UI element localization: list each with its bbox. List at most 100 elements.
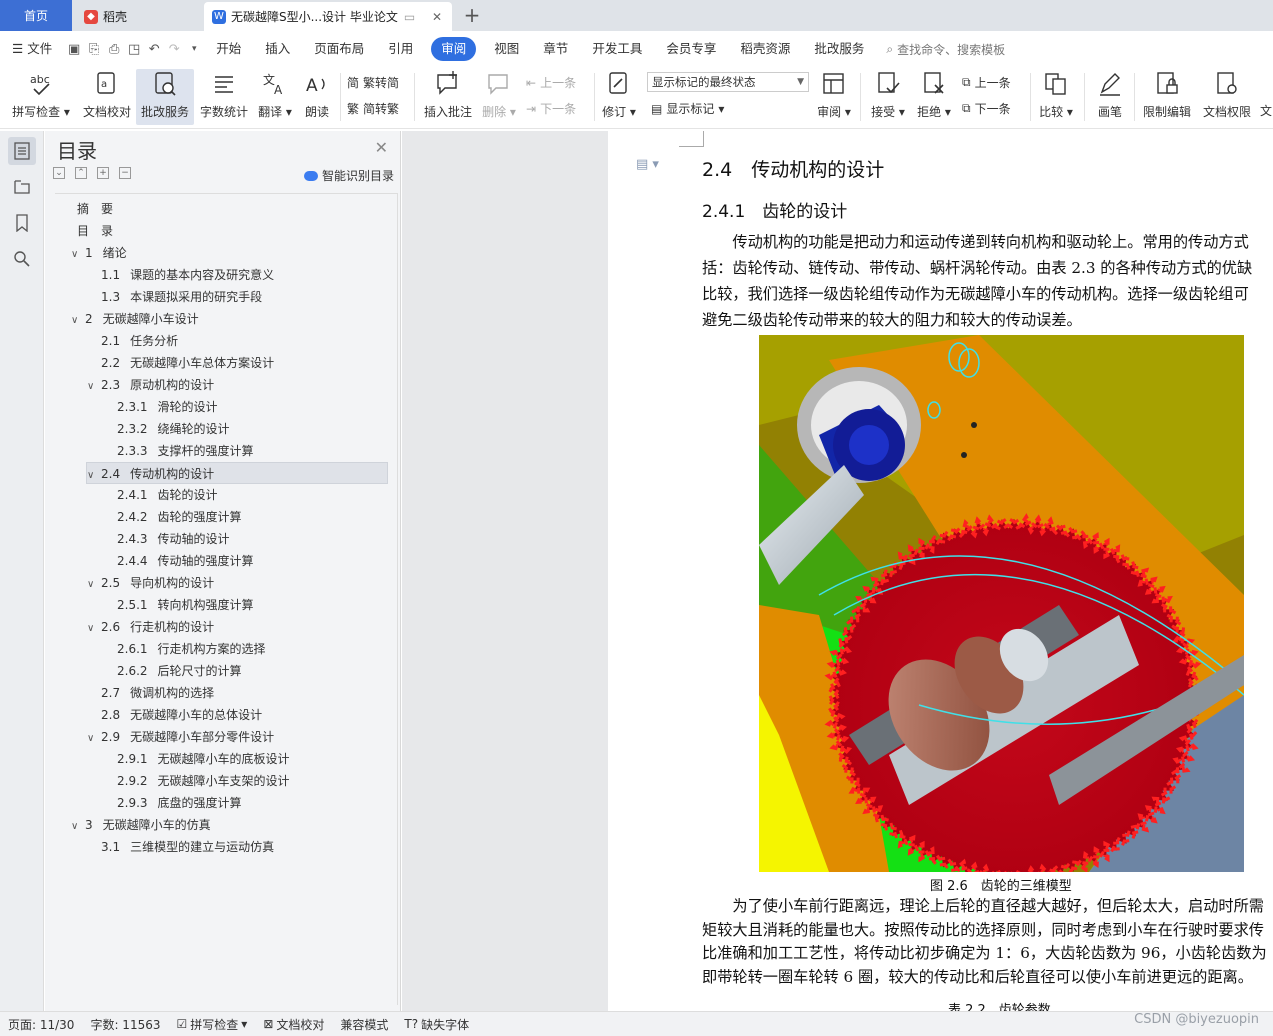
smart-toc-button[interactable]: 智能识别目录 bbox=[303, 167, 394, 184]
toc-pane-icon[interactable] bbox=[7, 137, 36, 165]
chapter-nav-icon[interactable] bbox=[8, 173, 36, 201]
toc-item[interactable]: ∨ 2.6 行走机构的设计 bbox=[87, 616, 214, 638]
menu-daoke-resources[interactable]: 稻壳资源 bbox=[728, 37, 802, 61]
undo-icon[interactable]: ↶ bbox=[144, 39, 164, 59]
toc-item[interactable]: 2.3.1 滑轮的设计 bbox=[103, 396, 218, 418]
toc-item[interactable]: 摘 要 bbox=[77, 198, 113, 220]
toc-item[interactable]: 2.3.2 绕绳轮的设计 bbox=[103, 418, 230, 440]
correction-service-button[interactable]: 批改服务 bbox=[136, 69, 194, 125]
markup-state-select[interactable]: 显示标记的最终状态 ▼ bbox=[647, 72, 809, 92]
review-pane-button[interactable]: 审阅 ▾ bbox=[814, 69, 854, 120]
next-change-button[interactable]: ⧉ 下一条 bbox=[962, 100, 1011, 117]
insert-comment-button[interactable]: 插入批注 bbox=[420, 69, 476, 120]
paragraph-2[interactable]: 为了使小车前行距离远，理论上后轮的直径越大越好，但后轮太大，启动时所需 矩较大且… bbox=[702, 895, 1273, 989]
toc-item[interactable]: 2.4.3 传动轴的设计 bbox=[103, 528, 230, 550]
chevron-down-icon[interactable]: ∨ bbox=[71, 310, 85, 332]
heading-2-4-1[interactable]: 2.4.1 齿轮的设计 bbox=[702, 197, 847, 222]
translate-button[interactable]: 文A 翻译 ▾ bbox=[256, 69, 294, 120]
collapse-all-icon[interactable]: ⌄ bbox=[53, 167, 65, 179]
close-icon[interactable]: ✕ bbox=[375, 138, 388, 157]
spell-check-button[interactable]: abc 拼写检查 ▾ bbox=[10, 69, 72, 120]
toc-item[interactable]: 2.7 微调机构的选择 bbox=[87, 682, 214, 704]
tab-daoke[interactable]: ◆ 稻壳 bbox=[76, 2, 200, 31]
gear-3d-model-figure[interactable] bbox=[759, 335, 1244, 872]
toc-item[interactable]: 2.4.4 传动轴的强度计算 bbox=[103, 550, 254, 572]
redo-icon[interactable]: ↷ bbox=[164, 39, 184, 59]
prev-change-button[interactable]: ⧉ 上一条 bbox=[962, 74, 1011, 91]
spell-check-toggle[interactable]: ☑ 拼写检查 ▾ bbox=[169, 1016, 256, 1033]
toc-item[interactable]: 2.5.1 转向机构强度计算 bbox=[103, 594, 254, 616]
toc-item[interactable]: ∨ 2.5 导向机构的设计 bbox=[87, 572, 214, 594]
delete-comment-button[interactable]: 删除 ▾ bbox=[480, 69, 518, 120]
chevron-down-icon[interactable]: ∨ bbox=[87, 574, 101, 596]
read-aloud-button[interactable]: A 朗读 bbox=[300, 69, 334, 120]
menu-view[interactable]: 视图 bbox=[482, 37, 531, 61]
toc-scrollbar[interactable] bbox=[397, 193, 398, 1005]
toc-item[interactable]: 2.4.2 齿轮的强度计算 bbox=[103, 506, 242, 528]
trad-to-simp-button[interactable]: 简繁转简 bbox=[347, 74, 399, 91]
menu-insert[interactable]: 插入 bbox=[253, 37, 302, 61]
compare-button[interactable]: 比较 ▾ bbox=[1036, 69, 1076, 120]
toc-item[interactable]: 目 录 bbox=[77, 220, 113, 242]
restrict-edit-button[interactable]: 限制编辑 bbox=[1140, 69, 1194, 120]
toc-item[interactable]: 3.1 三维模型的建立与运动仿真 bbox=[87, 836, 274, 858]
chevron-down-icon[interactable]: ∨ bbox=[71, 816, 85, 838]
doc-permission-button[interactable]: 文档权限 bbox=[1200, 69, 1254, 120]
file-menu[interactable]: ☰ 文件 bbox=[0, 37, 64, 61]
save-icon[interactable]: ▣ bbox=[64, 39, 84, 59]
toc-item[interactable]: 2.9.3 底盘的强度计算 bbox=[103, 792, 242, 814]
tab-document[interactable]: W 无碳越障S型小...设计 毕业论文 ▭ ✕ bbox=[204, 2, 452, 31]
document-icon[interactable]: ▤ ▾ bbox=[636, 157, 659, 172]
toc-item[interactable]: 2.4.1 齿轮的设计 bbox=[103, 484, 218, 506]
toc-item[interactable]: ∨ 3 无碳越障小车的仿真 bbox=[71, 814, 211, 836]
paragraph-1[interactable]: 传动机构的功能是把动力和运动传递到转向机构和驱动轮上。常用的传动方式 括：齿轮传… bbox=[702, 229, 1273, 333]
export-pdf-icon[interactable]: ⎘ bbox=[84, 39, 104, 59]
missing-font-button[interactable]: T? 缺失字体 bbox=[396, 1016, 477, 1033]
word-count-indicator[interactable]: 字数: 11563 bbox=[82, 1016, 168, 1033]
chevron-down-icon[interactable]: ∨ bbox=[87, 728, 101, 750]
menu-member[interactable]: 会员专享 bbox=[654, 37, 728, 61]
add-heading-icon[interactable]: + bbox=[97, 167, 109, 179]
toc-item[interactable]: 2.3.3 支撑杆的强度计算 bbox=[103, 440, 254, 462]
toc-item[interactable]: 2.8 无碳越障小车的总体设计 bbox=[87, 704, 262, 726]
expand-level-icon[interactable]: ⌃ bbox=[75, 167, 87, 179]
track-changes-button[interactable]: 修订 ▾ bbox=[600, 69, 638, 120]
menu-review[interactable]: 审阅 bbox=[431, 37, 477, 61]
toc-item[interactable]: 1.1 课题的基本内容及研究意义 bbox=[87, 264, 274, 286]
show-markup-button[interactable]: ▤ 显示标记 ▾ bbox=[651, 100, 724, 117]
word-count-button[interactable]: 字数统计 bbox=[198, 69, 250, 120]
menu-start[interactable]: 开始 bbox=[204, 37, 253, 61]
doc-proof-status[interactable]: ⊠ 文档校对 bbox=[255, 1016, 332, 1033]
chevron-down-icon[interactable]: ∨ bbox=[87, 618, 101, 640]
accept-button[interactable]: 接受 ▾ bbox=[868, 69, 908, 120]
toc-item[interactable]: 2.9.1 无碳越障小车的底板设计 bbox=[103, 748, 290, 770]
menu-chapter[interactable]: 章节 bbox=[531, 37, 580, 61]
bookmark-icon[interactable] bbox=[8, 209, 36, 237]
toc-item[interactable]: 2.9.2 无碳越障小车支架的设计 bbox=[103, 770, 290, 792]
print-preview-icon[interactable]: ◳ bbox=[124, 39, 144, 59]
next-comment-button[interactable]: ⇥ 下一条 bbox=[526, 100, 576, 117]
close-tab-icon[interactable]: ✕ bbox=[432, 10, 442, 24]
ribbon-overflow-label[interactable]: 文 bbox=[1260, 102, 1272, 119]
pen-button[interactable]: 画笔 bbox=[1092, 69, 1128, 120]
toc-item[interactable]: 2.2 无碳越障小车总体方案设计 bbox=[87, 352, 274, 374]
toc-item[interactable]: ∨ 2 无碳越障小车设计 bbox=[71, 308, 199, 330]
toc-item[interactable]: ∨ 1 绪论 bbox=[71, 242, 127, 264]
toc-item[interactable]: 2.6.1 行走机构方案的选择 bbox=[103, 638, 266, 660]
prev-comment-button[interactable]: ⇤ 上一条 bbox=[526, 74, 576, 91]
new-tab-button[interactable]: + bbox=[460, 2, 484, 29]
chevron-down-icon[interactable]: ∨ bbox=[87, 376, 101, 398]
simp-to-trad-button[interactable]: 繁简转繁 bbox=[347, 100, 399, 117]
print-icon[interactable]: ⎙ bbox=[104, 39, 124, 59]
remove-heading-icon[interactable]: − bbox=[119, 167, 131, 179]
menu-correction[interactable]: 批改服务 bbox=[802, 37, 876, 61]
toc-item[interactable]: ∨ 2.9 无碳越障小车部分零件设计 bbox=[87, 726, 274, 748]
toc-item[interactable]: ∨ 2.3 原动机构的设计 bbox=[87, 374, 214, 396]
chevron-down-icon[interactable]: ▾ bbox=[184, 39, 204, 59]
screen-icon[interactable]: ▭ bbox=[404, 10, 415, 24]
command-search[interactable]: ⌕ 查找命令、搜索模板 bbox=[886, 41, 1005, 58]
toc-item[interactable]: 2.6.2 后轮尺寸的计算 bbox=[103, 660, 242, 682]
search-icon[interactable] bbox=[8, 245, 36, 273]
toc-item[interactable]: ∨ 2.4 传动机构的设计 bbox=[86, 462, 388, 484]
menu-layout[interactable]: 页面布局 bbox=[302, 37, 376, 61]
